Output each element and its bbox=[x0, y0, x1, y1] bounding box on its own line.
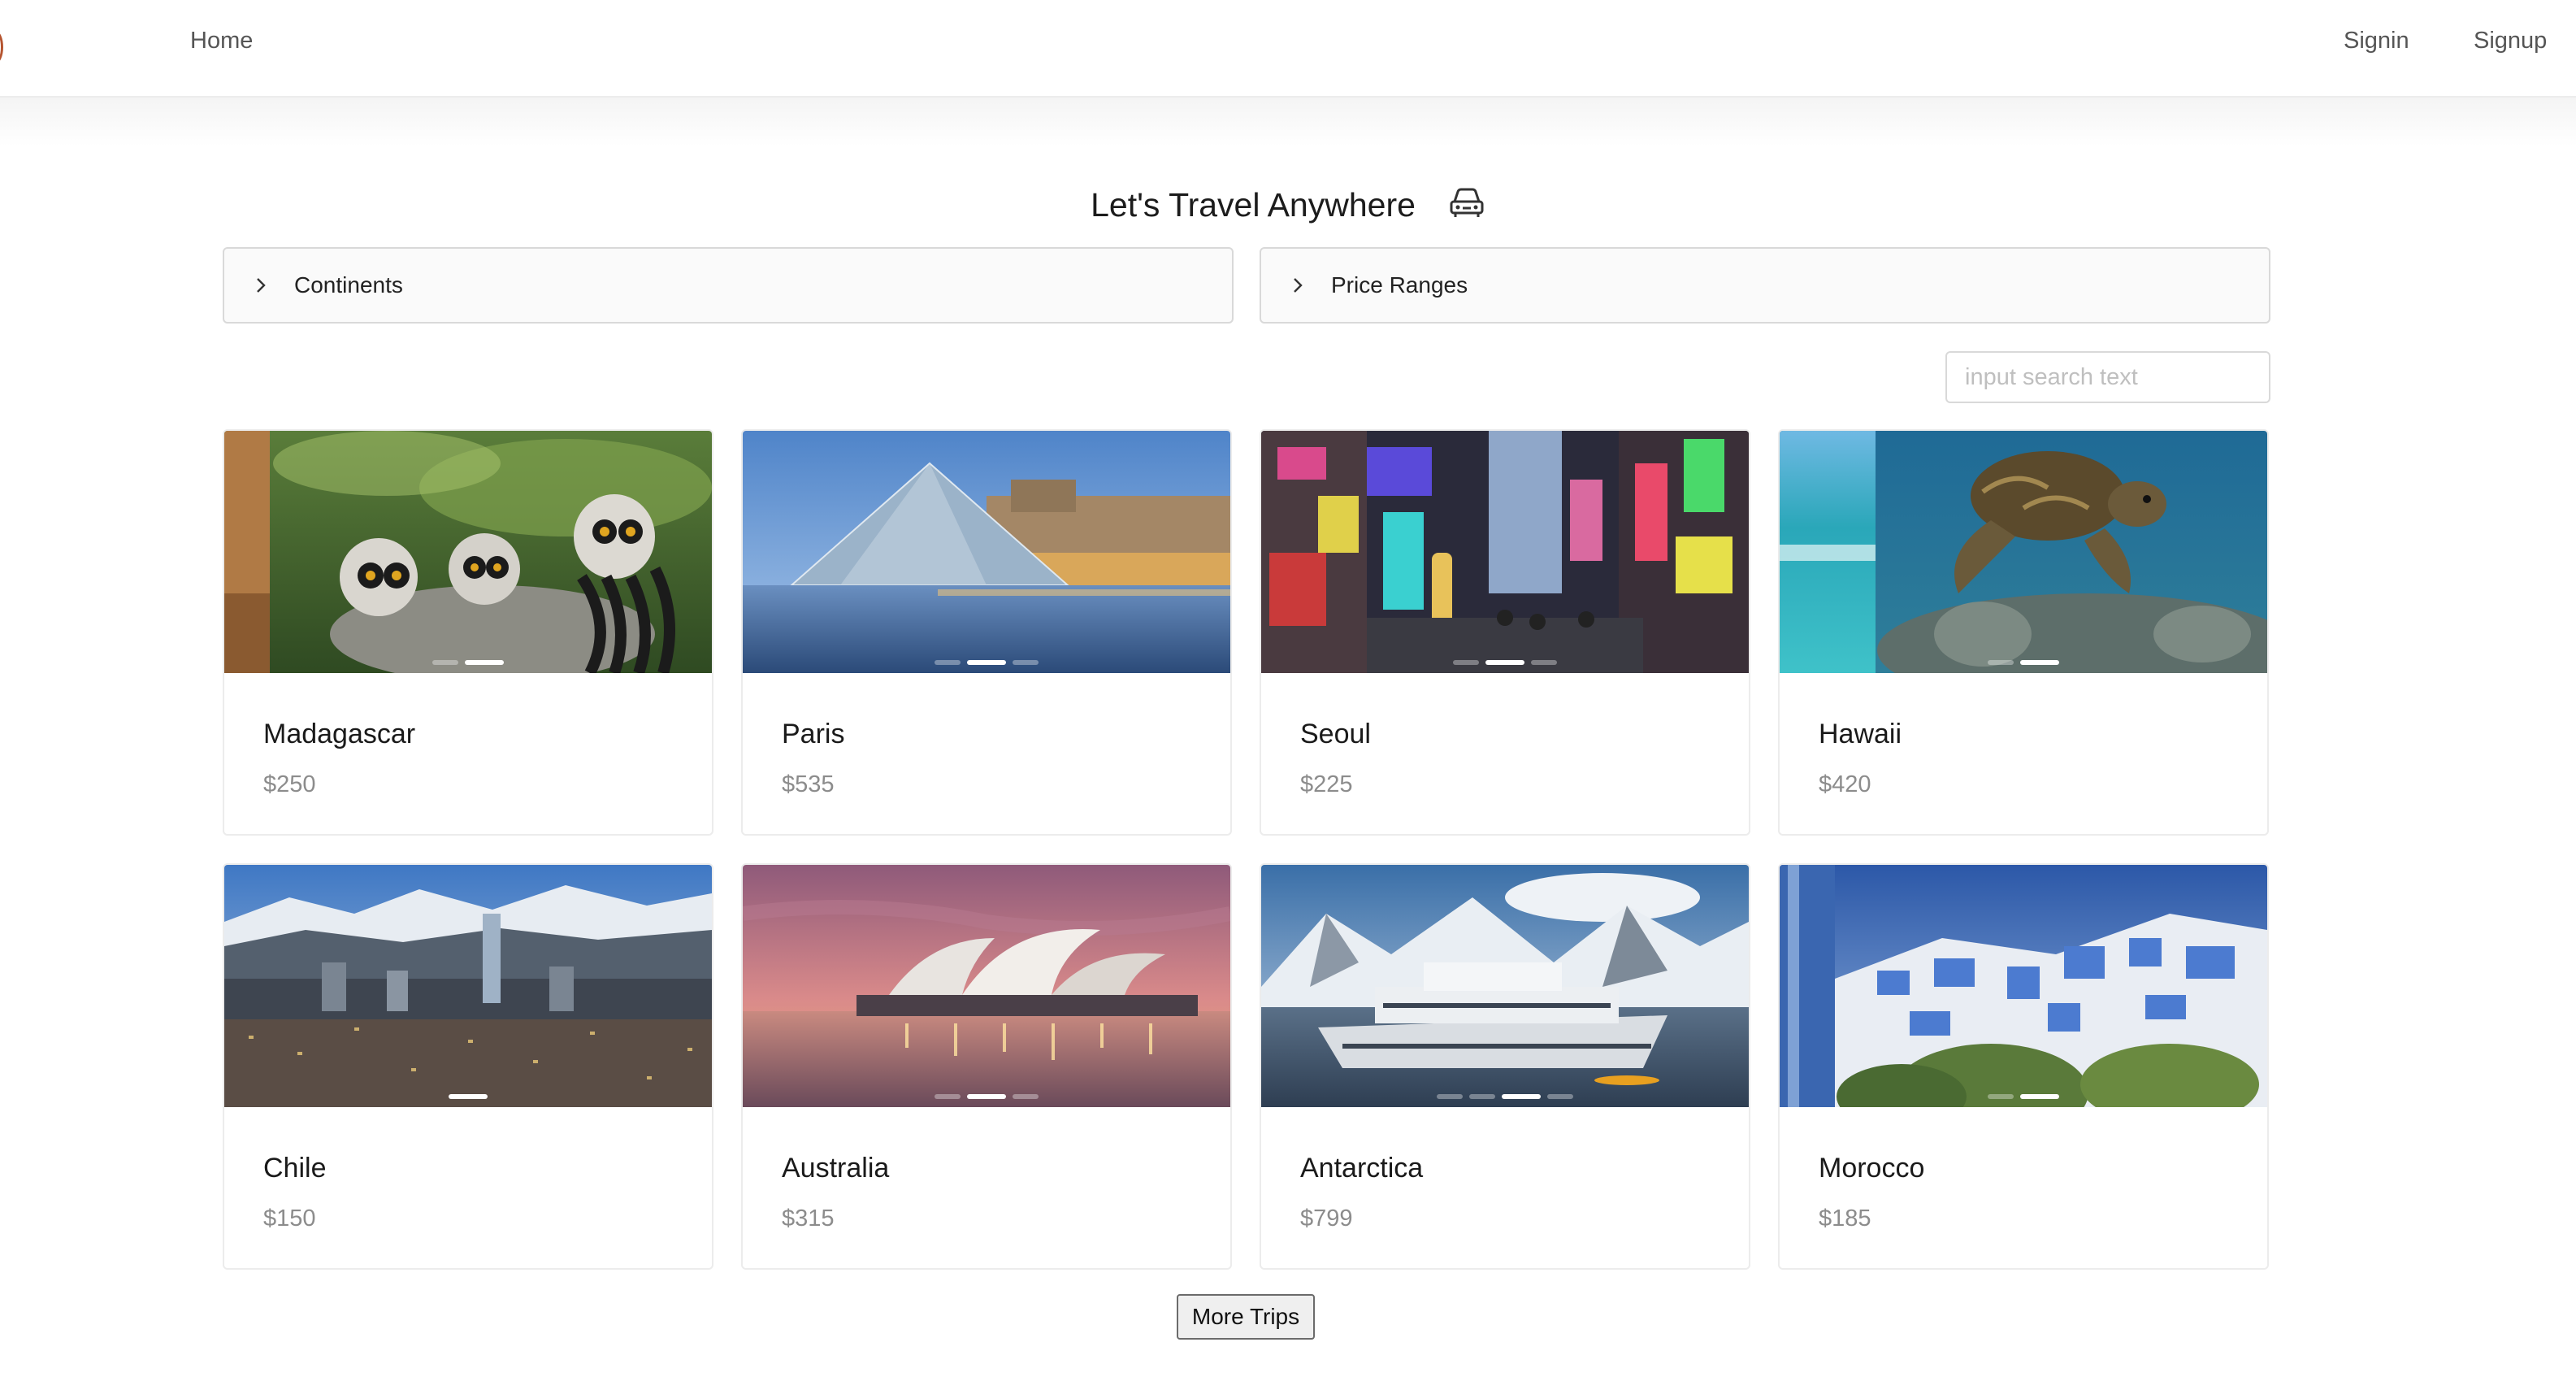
carousel-dot[interactable] bbox=[935, 1094, 961, 1099]
louvre-photo bbox=[743, 431, 1230, 673]
trip-image-carousel[interactable] bbox=[224, 431, 712, 673]
trip-card-paris[interactable]: Paris $535 bbox=[741, 429, 1232, 836]
trip-price: $315 bbox=[782, 1205, 835, 1231]
search-input[interactable] bbox=[1963, 354, 2273, 401]
trip-image-carousel[interactable] bbox=[1261, 431, 1749, 673]
trip-name: Seoul bbox=[1300, 719, 1371, 749]
carousel-dots[interactable] bbox=[224, 1094, 712, 1099]
carousel-dot[interactable] bbox=[2020, 660, 2059, 665]
carousel-dot[interactable] bbox=[1547, 1094, 1573, 1099]
chevron-right-icon bbox=[257, 278, 266, 293]
nav-home-link[interactable]: Home bbox=[190, 28, 253, 54]
carousel-dots[interactable] bbox=[1261, 1094, 1749, 1099]
trip-image-carousel[interactable] bbox=[1261, 865, 1749, 1107]
carousel-dot[interactable] bbox=[1453, 660, 1479, 665]
trip-image-carousel[interactable] bbox=[743, 865, 1230, 1107]
trip-price: $185 bbox=[1819, 1205, 1871, 1231]
carousel-dot[interactable] bbox=[1531, 660, 1557, 665]
carousel-dot[interactable] bbox=[1013, 660, 1039, 665]
carousel-dots[interactable] bbox=[743, 1094, 1230, 1099]
sydney-opera-house-photo bbox=[743, 865, 1230, 1107]
trip-image-carousel[interactable] bbox=[1780, 865, 2267, 1107]
trip-name: Australia bbox=[782, 1153, 890, 1184]
trip-name: Hawaii bbox=[1819, 719, 1902, 749]
seoul-street-photo bbox=[1261, 431, 1749, 673]
hero-heading: Let's Travel Anywhere bbox=[0, 180, 2576, 229]
carousel-dot[interactable] bbox=[2020, 1094, 2059, 1099]
chefchaouen-photo bbox=[1780, 865, 2267, 1107]
trip-card-antarctica[interactable]: Antarctica $799 bbox=[1260, 863, 1750, 1270]
lemurs-photo bbox=[224, 431, 712, 673]
chevron-right-icon bbox=[1294, 278, 1303, 293]
trip-name: Paris bbox=[782, 719, 845, 749]
continents-collapse[interactable]: Continents bbox=[223, 247, 1234, 324]
trip-card-morocco[interactable]: Morocco $185 bbox=[1778, 863, 2269, 1270]
continents-label: Continents bbox=[294, 272, 403, 298]
sea-turtle-photo bbox=[1780, 431, 2267, 673]
carousel-dot[interactable] bbox=[967, 1094, 1006, 1099]
price-ranges-label: Price Ranges bbox=[1331, 272, 1468, 298]
carousel-dot[interactable] bbox=[967, 660, 1006, 665]
nav-signup-link[interactable]: Signup bbox=[2474, 28, 2547, 54]
carousel-dots[interactable] bbox=[1780, 1094, 2267, 1099]
santiago-skyline-photo bbox=[224, 865, 712, 1107]
carousel-dot[interactable] bbox=[449, 1094, 488, 1099]
trip-card-madagascar[interactable]: Madagascar $250 bbox=[223, 429, 713, 836]
carousel-dot[interactable] bbox=[935, 660, 961, 665]
page-title: Let's Travel Anywhere bbox=[1091, 185, 1416, 224]
carousel-dots[interactable] bbox=[224, 660, 712, 665]
trip-price: $799 bbox=[1300, 1205, 1353, 1231]
header-shadow bbox=[0, 98, 2576, 146]
carousel-dot[interactable] bbox=[1485, 660, 1524, 665]
trip-image-carousel[interactable] bbox=[224, 865, 712, 1107]
carousel-dots[interactable] bbox=[1261, 660, 1749, 665]
trip-image-carousel[interactable] bbox=[1780, 431, 2267, 673]
trip-name: Madagascar bbox=[263, 719, 416, 749]
carousel-dots[interactable] bbox=[1780, 660, 2267, 665]
trip-price: $150 bbox=[263, 1205, 316, 1231]
nav-signin-link[interactable]: Signin bbox=[2344, 28, 2409, 54]
trip-price: $420 bbox=[1819, 771, 1871, 797]
carousel-dot[interactable] bbox=[1988, 1094, 2014, 1099]
top-navbar: Home Signin Signup bbox=[0, 0, 2576, 98]
carousel-dot[interactable] bbox=[1469, 1094, 1495, 1099]
carousel-dots[interactable] bbox=[743, 660, 1230, 665]
price-ranges-collapse[interactable]: Price Ranges bbox=[1260, 247, 2270, 324]
trip-card-australia[interactable]: Australia $315 bbox=[741, 863, 1232, 1270]
trip-image-carousel[interactable] bbox=[743, 431, 1230, 673]
trip-price: $225 bbox=[1300, 771, 1353, 797]
trip-card-seoul[interactable]: Seoul $225 bbox=[1260, 429, 1750, 836]
more-trips-button[interactable]: More Trips bbox=[1177, 1294, 1315, 1340]
antarctica-ship-photo bbox=[1261, 865, 1749, 1107]
logo-icon[interactable] bbox=[0, 31, 3, 63]
trip-price: $250 bbox=[263, 771, 316, 797]
carousel-dot[interactable] bbox=[1988, 660, 2014, 665]
trip-name: Chile bbox=[263, 1153, 327, 1184]
trip-name: Antarctica bbox=[1300, 1153, 1424, 1184]
carousel-dot[interactable] bbox=[432, 660, 458, 665]
trip-price: $535 bbox=[782, 771, 835, 797]
trip-name: Morocco bbox=[1819, 1153, 1925, 1184]
car-icon bbox=[1450, 188, 1484, 217]
carousel-dot[interactable] bbox=[1013, 1094, 1039, 1099]
trip-card-hawaii[interactable]: Hawaii $420 bbox=[1778, 429, 2269, 836]
carousel-dot[interactable] bbox=[465, 660, 504, 665]
carousel-dot[interactable] bbox=[1502, 1094, 1541, 1099]
carousel-dot[interactable] bbox=[1437, 1094, 1463, 1099]
search-box bbox=[1945, 351, 2273, 403]
trip-card-chile[interactable]: Chile $150 bbox=[223, 863, 713, 1270]
